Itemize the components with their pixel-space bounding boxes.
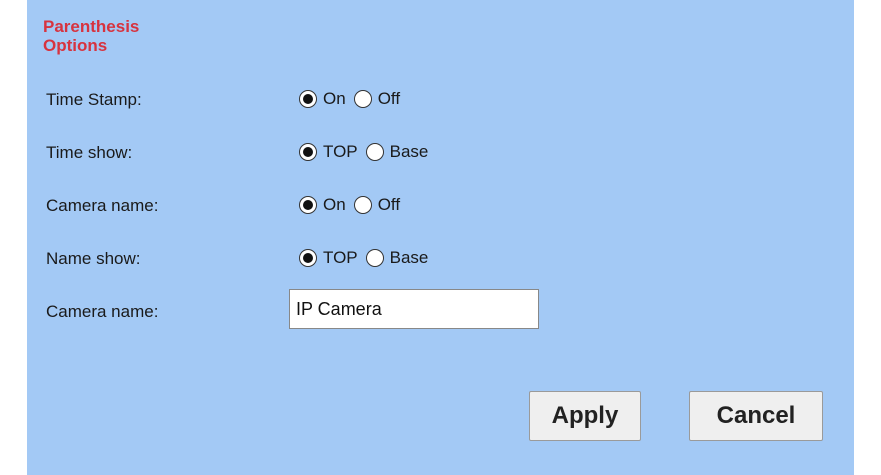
time-stamp-on-label[interactable]: On bbox=[323, 89, 346, 109]
camera-name-toggle-row: Camera name: On Off bbox=[27, 190, 854, 220]
camera-name-off-radio[interactable] bbox=[353, 196, 372, 214]
camera-name-on-label[interactable]: On bbox=[323, 195, 346, 215]
time-show-label: Time show: bbox=[46, 143, 133, 162]
time-show-top-label[interactable]: TOP bbox=[323, 142, 358, 162]
name-show-base-radio[interactable] bbox=[365, 249, 384, 267]
time-show-radio-group: TOP Base bbox=[299, 137, 436, 167]
cancel-button[interactable]: Cancel bbox=[689, 391, 823, 441]
apply-button[interactable]: Apply bbox=[529, 391, 641, 441]
name-show-top-radio[interactable] bbox=[299, 249, 317, 267]
time-stamp-off-radio[interactable] bbox=[353, 90, 372, 108]
time-stamp-off-label[interactable]: Off bbox=[378, 89, 400, 109]
name-show-top-label[interactable]: TOP bbox=[323, 248, 358, 268]
time-stamp-row: Time Stamp: On Off bbox=[27, 84, 854, 114]
time-show-base-radio[interactable] bbox=[365, 143, 384, 161]
camera-name-toggle-label: Camera name: bbox=[46, 196, 159, 215]
name-show-base-label[interactable]: Base bbox=[390, 248, 429, 268]
section-title: Parenthesis Options bbox=[43, 17, 140, 55]
camera-name-input[interactable] bbox=[289, 289, 539, 329]
time-stamp-on-radio[interactable] bbox=[299, 90, 317, 108]
time-show-base-label[interactable]: Base bbox=[390, 142, 429, 162]
time-show-row: Time show: TOP Base bbox=[27, 137, 854, 167]
camera-name-off-label[interactable]: Off bbox=[378, 195, 400, 215]
name-show-radio-group: TOP Base bbox=[299, 243, 436, 273]
name-show-label: Name show: bbox=[46, 249, 141, 268]
camera-name-on-radio[interactable] bbox=[299, 196, 317, 214]
camera-name-field-label: Camera name: bbox=[46, 302, 159, 321]
name-show-row: Name show: TOP Base bbox=[27, 243, 854, 273]
time-show-top-radio[interactable] bbox=[299, 143, 317, 161]
camera-name-radio-group: On Off bbox=[299, 190, 408, 220]
time-stamp-radio-group: On Off bbox=[299, 84, 408, 114]
settings-panel: Parenthesis Options Time Stamp: On Off T… bbox=[27, 0, 854, 475]
time-stamp-label: Time Stamp: bbox=[46, 90, 142, 109]
